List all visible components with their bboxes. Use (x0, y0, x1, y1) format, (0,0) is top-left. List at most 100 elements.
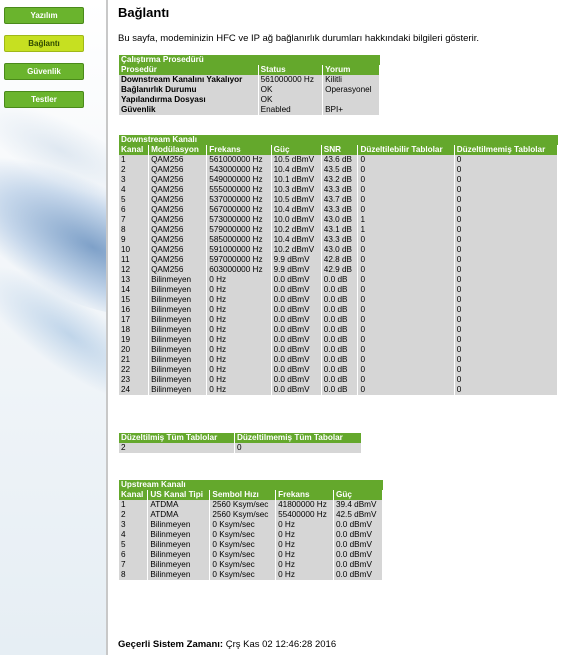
table-cell: 15 (119, 295, 150, 305)
table-cell: 0 (357, 325, 455, 335)
table-cell: 0 Hz (275, 530, 334, 540)
table-cell: 0 (454, 355, 559, 365)
table-cell: QAM256 (148, 265, 208, 275)
table-cell: 10.3 dBmV (271, 185, 322, 195)
table-cell: 41800000 Hz (275, 500, 334, 510)
table-cell: 4 (119, 185, 150, 195)
table-row: 4 Bilinmeyen 0 Ksym/sec 0 Hz 0.0 dBmV (119, 530, 384, 540)
table-cell: 0 Ksym/sec (209, 560, 277, 570)
table-cell: 0 Hz (206, 285, 272, 295)
table-cell: ATDMA (147, 500, 211, 510)
table-cell: 2 (119, 443, 235, 453)
table-cell: 0 (454, 325, 559, 335)
table-row: 17 Bilinmeyen 0 Hz 0.0 dBmV 0.0 dB 0 0 (119, 315, 559, 325)
system-time: Geçerli Sistem Zamanı: Çrş Kas 02 12:46:… (118, 639, 336, 650)
table-cell: Bilinmeyen (147, 540, 211, 550)
table-row: 7 QAM256 573000000 Hz 10.0 dBmV 43.0 dB 1 0 (119, 215, 559, 225)
table-cell: 0 (357, 155, 455, 165)
table-cell: QAM256 (148, 245, 208, 255)
table-cell: Bilinmeyen (148, 275, 208, 285)
table-cell: OK (258, 95, 324, 105)
nav-baglanti-button[interactable]: Bağlantı (4, 35, 84, 52)
table-cell: Bilinmeyen (148, 385, 208, 395)
table-cell: QAM256 (148, 185, 208, 195)
table-cell: 43.2 dB (321, 175, 359, 185)
column-header: Güç (333, 490, 384, 500)
table-cell: 22 (119, 365, 150, 375)
table-cell: 555000000 Hz (206, 185, 272, 195)
table-cell: 0 Hz (206, 275, 272, 285)
table-cell: 0.0 dBmV (333, 560, 384, 570)
table-cell: 0 Hz (206, 365, 272, 375)
table-cell: 543000000 Hz (206, 165, 272, 175)
table-cell: Bilinmeyen (148, 325, 208, 335)
table-row: 22 Bilinmeyen 0 Hz 0.0 dBmV 0.0 dB 0 0 (119, 365, 559, 375)
table-row: 13 Bilinmeyen 0 Hz 0.0 dBmV 0.0 dB 0 0 (119, 275, 559, 285)
table-cell: 0.0 dBmV (271, 285, 322, 295)
table-cell: 0.0 dB (321, 375, 359, 385)
column-header: Modülasyon (148, 145, 208, 155)
table-cell: 0 Hz (275, 520, 334, 530)
table-cell (322, 95, 380, 105)
table-cell: 2560 Ksym/sec (209, 500, 277, 510)
table-cell: 5 (119, 540, 149, 550)
nav-guvenlik-button[interactable]: Güvenlik (4, 63, 84, 80)
table-cell: 0 (357, 235, 455, 245)
downstream-caption: Downstream Kanalı (119, 135, 558, 145)
table-cell: 0.0 dBmV (333, 550, 384, 560)
table-cell: 10.5 dBmV (271, 195, 322, 205)
table-cell: 0 (454, 215, 559, 225)
table-cell: 9 (119, 235, 150, 245)
table-cell: QAM256 (148, 155, 208, 165)
table-cell: 0 (454, 295, 559, 305)
table-cell: 5 (119, 195, 150, 205)
upstream-table: Upstream Kanalı Kanal US Kanal Tipi Sembol… (119, 480, 384, 580)
nav-yazilim-button[interactable]: Yazılım (4, 7, 84, 24)
table-cell: 0 Hz (275, 540, 334, 550)
table-cell: 0 (357, 335, 455, 345)
table-cell: 0.0 dB (321, 335, 359, 345)
table-cell: 8 (119, 570, 149, 580)
table-cell: 0.0 dBmV (271, 355, 322, 365)
table-cell: 0 (357, 265, 455, 275)
table-row: 9 QAM256 585000000 Hz 10.4 dBmV 43.3 dB 0 0 (119, 235, 559, 245)
table-cell: 0 (357, 315, 455, 325)
table-cell: 0 (454, 235, 559, 245)
table-cell: 0 Hz (206, 305, 272, 315)
table-cell: 0.0 dB (321, 315, 359, 325)
column-header: Status (258, 65, 324, 75)
table-cell: Bilinmeyen (148, 315, 208, 325)
table-cell: QAM256 (148, 165, 208, 175)
table-cell: 43.0 dB (321, 245, 359, 255)
table-cell: 0 (357, 345, 455, 355)
table-cell: 8 (119, 225, 150, 235)
table-cell: 43.0 dB (321, 215, 359, 225)
table-cell: 0 Hz (206, 335, 272, 345)
table-row: 1 ATDMA 2560 Ksym/sec 41800000 Hz 39.4 dBmV (119, 500, 384, 510)
table-cell: 597000000 Hz (206, 255, 272, 265)
table-row: 3 QAM256 549000000 Hz 10.1 dBmV 43.2 dB 0 0 (119, 175, 559, 185)
table-cell: Bilinmeyen (148, 345, 208, 355)
table-cell: 0 (454, 385, 559, 395)
table-row: 2 ATDMA 2560 Ksym/sec 55400000 Hz 42.5 dBmV (119, 510, 384, 520)
table-cell: 10.2 dBmV (271, 245, 322, 255)
table-cell: 14 (119, 285, 150, 295)
table-cell: Bilinmeyen (148, 355, 208, 365)
table-row: 7 Bilinmeyen 0 Ksym/sec 0 Hz 0.0 dBmV (119, 560, 384, 570)
table-cell: Bağlanırlık Durumu (119, 85, 259, 95)
table-row: 1 QAM256 561000000 Hz 10.5 dBmV 43.6 dB 0 0 (119, 155, 559, 165)
table-cell: 9.9 dBmV (271, 255, 322, 265)
table-cell: 561000000 Hz (258, 75, 324, 85)
nav-testler-button[interactable]: Testler (4, 91, 84, 108)
table-cell: 10.0 dBmV (271, 215, 322, 225)
table-row: Güvenlik Enabled BPI+ (119, 105, 380, 115)
table-cell: Bilinmeyen (147, 550, 211, 560)
table-cell: 16 (119, 305, 150, 315)
table-cell: 10.4 dBmV (271, 165, 322, 175)
table-cell: 0 Ksym/sec (209, 520, 277, 530)
table-cell: Güvenlik (119, 105, 259, 115)
table-cell: 12 (119, 265, 150, 275)
table-row: 8 Bilinmeyen 0 Ksym/sec 0 Hz 0.0 dBmV (119, 570, 384, 580)
table-cell: 3 (119, 175, 150, 185)
table-row: Downstream Kanalını Yakalıyor 561000000 H… (119, 75, 380, 85)
